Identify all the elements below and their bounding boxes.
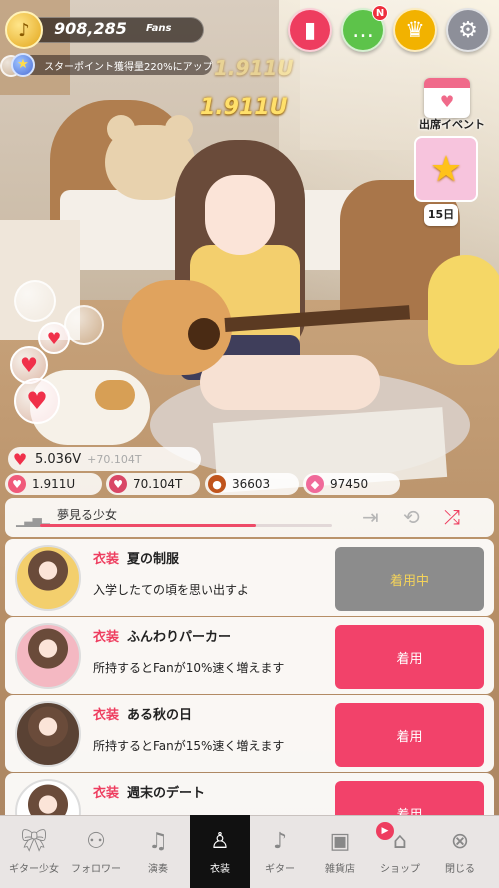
repeat-button[interactable]: ⟲	[403, 505, 420, 529]
hand-heart-icon: ♥	[8, 475, 26, 493]
new-badge: N	[372, 5, 388, 21]
outfit-thumbnail	[15, 623, 81, 689]
song-title: 夢見る少女	[57, 508, 118, 522]
outfit-row: 衣装 ある秋の日 所持するとFanが15%速く増えます 着用	[5, 695, 494, 772]
skip-button[interactable]: ⇥	[362, 505, 379, 529]
outfit-name: ある秋の日	[127, 708, 193, 723]
attendance-day-count: 15日	[424, 204, 458, 226]
outfit-name: 夏の制服	[127, 552, 180, 567]
shuffle-icon: ⤮	[444, 505, 460, 529]
attendance-reward-button[interactable]: ★	[414, 136, 478, 202]
floating-bubble[interactable]	[64, 305, 104, 345]
ticket-icon: ▮	[303, 17, 317, 43]
skip-icon: ⇥	[362, 505, 379, 529]
guitar-icon: ♪	[272, 829, 288, 854]
outfit-description: 所持するとFanが10%速く増えます	[93, 661, 285, 675]
heart-bubble[interactable]: ♥	[14, 378, 60, 424]
shuffle-button[interactable]: ⤮	[444, 505, 460, 529]
equip-button[interactable]: 着用	[335, 625, 484, 689]
ball-currency-pill: ● 36603	[205, 473, 299, 495]
outfit-description: 所持するとFanが15%速く増えます	[93, 739, 285, 753]
nav-goods-store[interactable]: ▣ 雑貨店	[310, 815, 370, 888]
star-point-icon: ★	[11, 53, 35, 77]
v-value: 5.036V	[35, 451, 82, 467]
coin-icon: ♪	[5, 11, 43, 49]
song-progress-fill	[40, 524, 257, 527]
outfit-row: 衣装 ふんわりパーカー 所持するとFanが10%速く増えます 着用	[5, 617, 494, 694]
gift-icon: ▣	[329, 829, 351, 854]
t-currency-pill: ♥ 70.104T	[106, 473, 200, 495]
gem-icon: ◆	[306, 475, 324, 493]
nav-close[interactable]: ⊗ 閉じる	[430, 815, 490, 888]
close-icon: ⊗	[450, 829, 470, 854]
nav-performance[interactable]: ♫ 演奏	[128, 815, 188, 888]
u-currency-pill: ♥ 1.911U	[5, 473, 102, 495]
nav-followers[interactable]: ⚇ フォロワー	[66, 815, 126, 888]
shop-icon: ⌂	[393, 829, 407, 854]
ticket-button[interactable]: ▮	[288, 8, 332, 52]
floating-income: 1.911U	[200, 95, 288, 120]
outfit-category: 衣装	[93, 708, 120, 723]
ball-value: 36603	[232, 477, 271, 491]
equip-button[interactable]: 着用	[335, 703, 484, 767]
chick-plush	[428, 255, 499, 365]
repeat-icon: ⟲	[403, 505, 420, 529]
heart-bubble[interactable]: ♥	[38, 322, 70, 354]
timer-heart-icon: ♥	[109, 475, 127, 493]
outfit-row: 衣装 夏の制服 入学したての頃を思い出すよ 着用中	[5, 539, 494, 616]
fans-value: 908,285	[54, 19, 127, 38]
t-value: 70.104T	[133, 477, 183, 491]
attendance-event-label[interactable]: 出席イベント	[408, 116, 496, 132]
nav-outfits[interactable]: ♙ 衣装	[190, 815, 250, 888]
v-rate: +70.104T	[87, 452, 142, 466]
outfit-category: 衣装	[93, 552, 120, 567]
star-icon: ★	[429, 148, 463, 190]
u-value: 1.911U	[32, 477, 76, 491]
nav-guitar-girl[interactable]: 🎀︎ ギター少女	[4, 815, 64, 888]
v-currency-pill: ♥ 5.036V +70.104T	[8, 447, 201, 471]
outfit-description: 入学したての頃を思い出すよ	[93, 583, 250, 597]
trophy-button[interactable]: ♛	[393, 8, 437, 52]
floating-bubble[interactable]	[14, 280, 56, 322]
play-badge-icon: ▶	[376, 822, 394, 840]
floating-income: 1.911U	[214, 56, 294, 80]
gear-icon: ⚙	[458, 17, 478, 43]
nav-guitar[interactable]: ♪ ギター	[250, 815, 310, 888]
outfit-category: 衣装	[93, 630, 120, 645]
outfit-category: 衣装	[93, 786, 120, 801]
chat-icon: …	[352, 17, 374, 43]
outfit-name: ふんわりパーカー	[127, 630, 232, 645]
calendar-icon[interactable]: ♥	[424, 78, 470, 118]
equipped-button[interactable]: 着用中	[335, 547, 484, 611]
fans-unit: Fans	[146, 23, 172, 34]
settings-button[interactable]: ⚙	[446, 8, 490, 52]
trophy-icon: ♛	[405, 17, 425, 43]
outfit-name: 週末のデート	[127, 786, 206, 801]
followers-icon: ⚇	[86, 829, 106, 854]
music-note-icon: ♫	[148, 829, 168, 854]
ribbon-icon: 🎀︎	[20, 829, 48, 854]
outfit-thumbnail	[15, 701, 81, 767]
dress-icon: ♙	[210, 829, 230, 854]
basketball-icon: ●	[208, 475, 226, 493]
outfit-thumbnail	[15, 545, 81, 611]
heart-icon: ♥	[12, 449, 28, 469]
boost-text: スターポイント獲得量220%にアップ	[44, 62, 213, 73]
gem-currency-pill: ◆ 97450	[303, 473, 400, 495]
gem-value: 97450	[330, 477, 369, 491]
